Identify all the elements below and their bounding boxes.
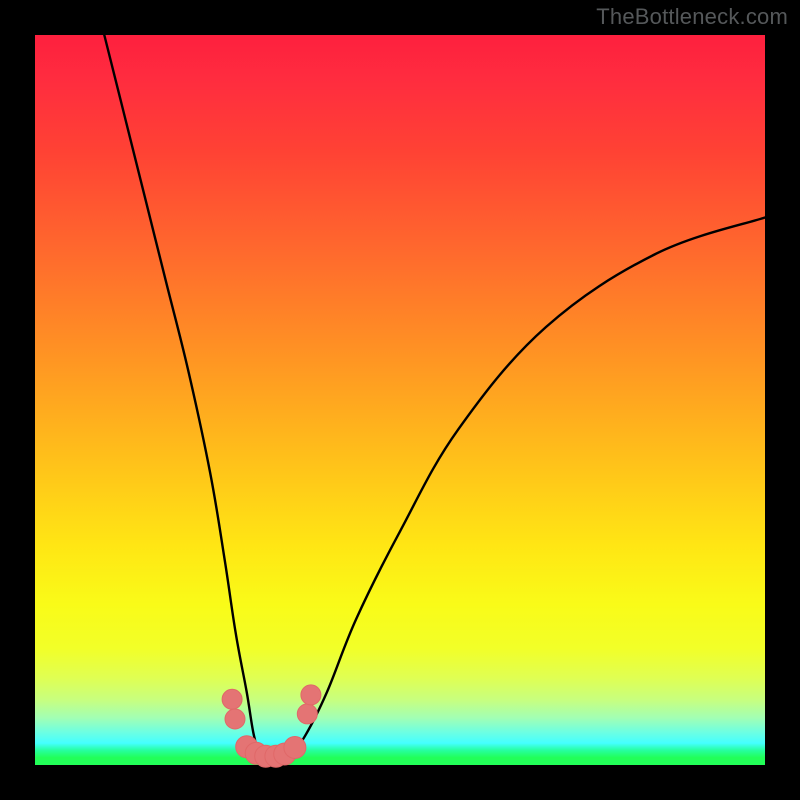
curve-marker xyxy=(225,709,245,729)
bottleneck-curve xyxy=(104,35,765,757)
curve-marker xyxy=(284,737,306,759)
curve-marker xyxy=(222,689,242,709)
chart-frame: TheBottleneck.com xyxy=(0,0,800,800)
curve-markers xyxy=(222,685,321,767)
chart-svg xyxy=(35,35,765,765)
curve-marker xyxy=(301,685,321,705)
watermark-text: TheBottleneck.com xyxy=(596,4,788,30)
plot-area xyxy=(35,35,765,765)
curve-marker xyxy=(297,704,317,724)
